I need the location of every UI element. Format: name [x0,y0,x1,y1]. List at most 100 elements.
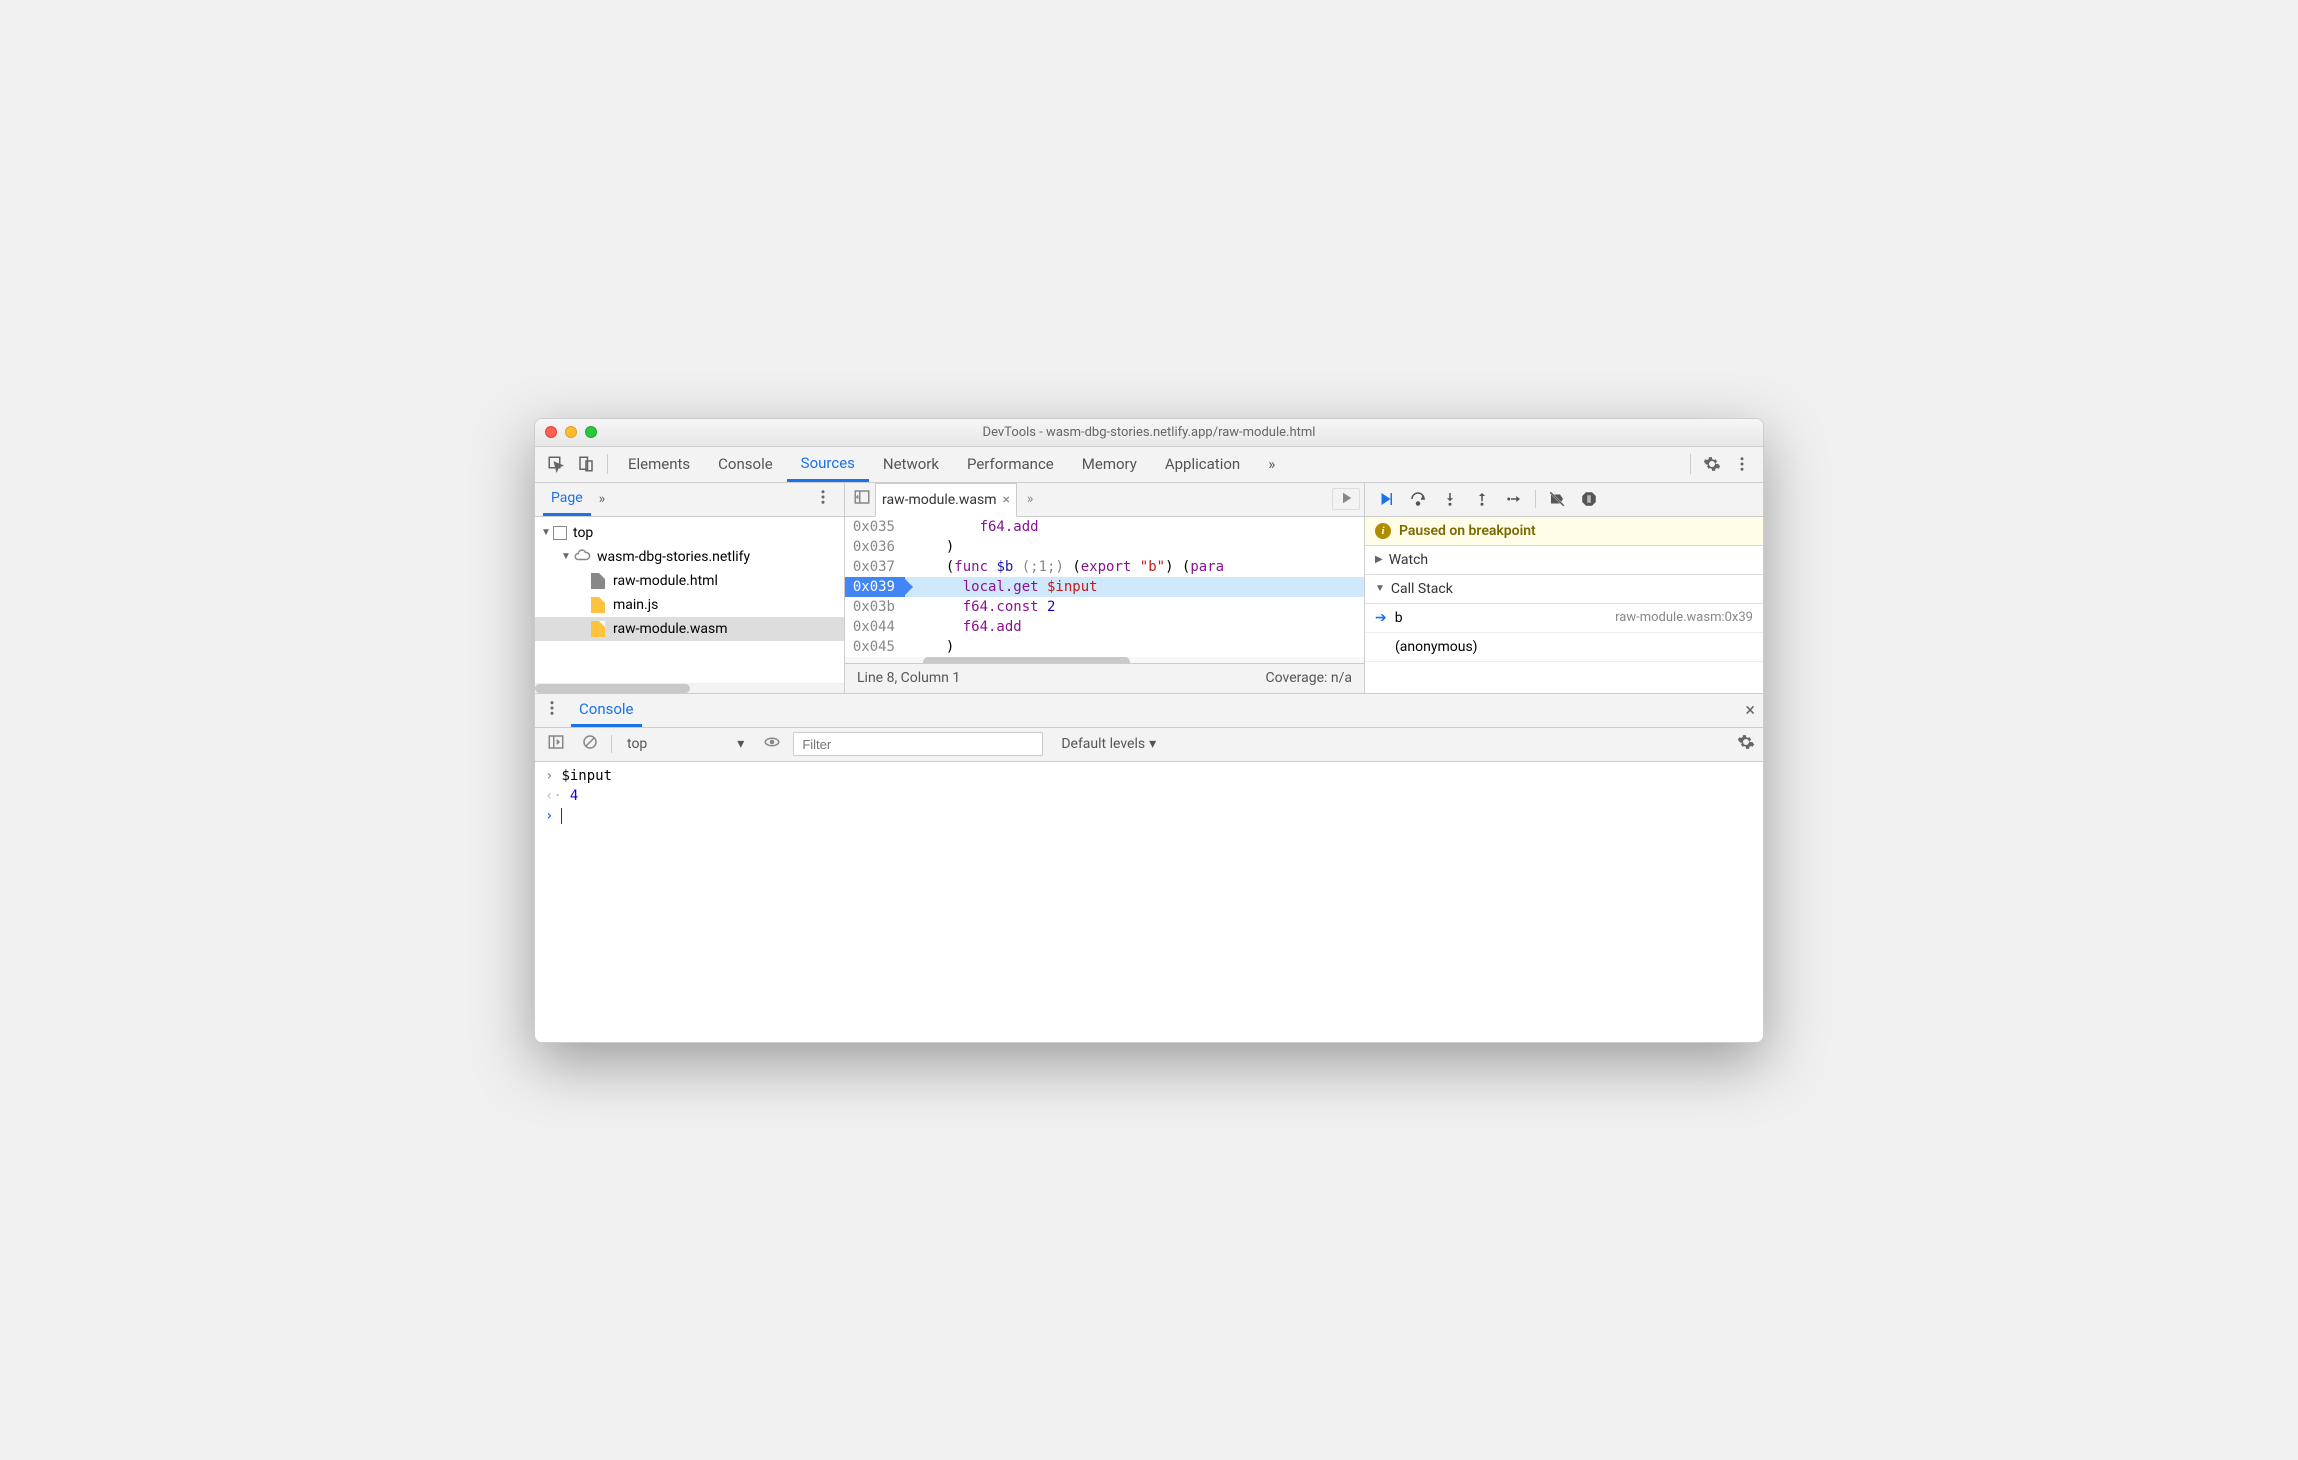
callstack-frame[interactable]: (anonymous) [1365,633,1763,662]
step-over-icon[interactable] [1403,486,1433,512]
callstack-section[interactable]: ▼ Call Stack [1365,575,1763,604]
tab-memory[interactable]: Memory [1068,446,1151,482]
watch-section[interactable]: ▶ Watch [1365,546,1763,575]
section-label: Call Stack [1391,581,1453,597]
debugger-toolbar [1365,483,1763,517]
tree-origin[interactable]: ▼ wasm-dbg-stories.netlify [535,545,844,569]
file-icon [591,621,605,637]
pause-on-exceptions-icon[interactable] [1574,486,1604,512]
tab-console[interactable]: Console [704,446,787,482]
tabs-overflow[interactable]: » [1254,446,1289,482]
tab-application[interactable]: Application [1151,446,1254,482]
navigator-tabs-overflow[interactable]: » [591,491,614,507]
clear-console-icon[interactable] [577,733,603,755]
tree-label: top [573,525,593,541]
callstack-frame[interactable]: ➔ b raw-module.wasm:0x39 [1365,604,1763,633]
code-line: ) [905,537,1364,557]
tree-label: main.js [613,597,658,613]
prompt-chevron-icon: › [545,808,553,824]
chevron-down-icon: ▾ [737,736,744,752]
editor-tab[interactable]: raw-module.wasm × [875,483,1017,517]
tree-label: wasm-dbg-stories.netlify [597,549,750,565]
inspect-element-icon[interactable] [541,449,571,479]
editor-tabs-overflow[interactable]: » [1017,491,1043,507]
navigator-hscrollbar[interactable] [535,683,844,693]
console-drawer: Console × top ▾ Default levels ▾ [535,693,1763,1042]
console-toolbar: top ▾ Default levels ▾ [535,728,1763,762]
gutter[interactable]: 0x035 [845,517,905,537]
console-settings-icon[interactable] [1737,733,1755,755]
close-tab-icon[interactable]: × [1003,492,1010,508]
text-cursor [561,808,562,824]
chevron-down-icon: ▼ [1375,583,1385,594]
frame-name: (anonymous) [1395,639,1478,655]
gutter[interactable]: 0x036 [845,537,905,557]
drawer-kebab-icon[interactable] [543,699,561,721]
titlebar: DevTools - wasm-dbg-stories.netlify.app/… [535,419,1763,447]
context-selector[interactable]: top ▾ [620,735,751,753]
console-body[interactable]: › $input ‹· 4 › [535,762,1763,1042]
navigator-tab-page[interactable]: Page [543,482,591,516]
gutter[interactable]: 0x044 [845,617,905,637]
editor-footer: Line 8, Column 1 Coverage: n/a [845,663,1364,693]
cursor-position: Line 8, Column 1 [857,670,960,686]
settings-icon[interactable] [1697,449,1727,479]
gutter[interactable]: 0x037 [845,557,905,577]
code-line: f64.add [905,517,1364,537]
chevron-down-icon: ▾ [1149,736,1156,752]
drawer-tab-console[interactable]: Console [571,693,642,727]
gutter-breakpoint[interactable]: 0x039 [845,577,905,597]
code-editor[interactable]: 0x035 f64.add 0x036 ) 0x037 (func $b (;1… [845,517,1364,663]
chevron-down-icon: ▼ [541,527,553,538]
resume-icon[interactable] [1371,486,1401,512]
frame-location: raw-module.wasm:0x39 [1615,610,1753,625]
console-result: 4 [570,788,578,804]
drawer-head: Console × [535,694,1763,728]
navigator-more-icon[interactable] [810,488,836,510]
live-expression-icon[interactable] [759,733,785,755]
step-into-icon[interactable] [1435,486,1465,512]
toggle-sidebar-icon[interactable] [543,733,569,755]
window-title: DevTools - wasm-dbg-stories.netlify.app/… [535,425,1763,440]
console-prompt[interactable]: › [535,806,1763,826]
code-line: f64.add [905,617,1364,637]
editor-pane: raw-module.wasm × » 0x035 f64.add 0x036 … [845,483,1365,693]
frame-name: b [1395,610,1403,626]
step-out-icon[interactable] [1467,486,1497,512]
gutter[interactable]: 0x03b [845,597,905,617]
code-line: ) [905,637,1364,657]
code-line: local.get $input [905,577,1364,597]
toggle-navigator-icon[interactable] [849,488,875,510]
section-label: Watch [1389,552,1428,568]
divider [1690,454,1691,474]
tab-performance[interactable]: Performance [953,446,1068,482]
cloud-icon [573,546,591,568]
debugger-pane: i Paused on breakpoint ▶ Watch ▼ Call St… [1365,483,1763,693]
tree-file-html[interactable]: raw-module.html [535,569,844,593]
step-icon[interactable] [1499,486,1529,512]
info-icon: i [1375,523,1391,539]
tree-file-wasm[interactable]: raw-module.wasm [535,617,844,641]
deactivate-breakpoints-icon[interactable] [1542,486,1572,512]
chevron-right-icon: ▶ [1375,554,1383,565]
run-snippet-icon[interactable] [1332,488,1360,510]
tab-sources[interactable]: Sources [787,446,869,482]
editor-head: raw-module.wasm × » [845,483,1364,517]
tab-elements[interactable]: Elements [614,446,704,482]
devtools-window: DevTools - wasm-dbg-stories.netlify.app/… [534,418,1764,1043]
device-toolbar-icon[interactable] [571,449,601,479]
log-levels-selector[interactable]: Default levels ▾ [1061,736,1156,752]
output-chevron-icon: ‹· [545,788,562,804]
tree-top[interactable]: ▼ top [535,521,844,545]
gutter[interactable]: 0x045 [845,637,905,657]
filter-input[interactable] [793,732,1043,756]
tab-network[interactable]: Network [869,446,953,482]
file-icon [591,573,605,589]
file-tree: ▼ top ▼ wasm-dbg-stories.netlify raw-mod… [535,517,844,683]
kebab-menu-icon[interactable] [1727,449,1757,479]
navigator-head: Page » [535,483,844,517]
close-drawer-icon[interactable]: × [1745,700,1755,721]
paused-text: Paused on breakpoint [1399,523,1536,539]
coverage-status: Coverage: n/a [1266,670,1352,686]
tree-file-js[interactable]: main.js [535,593,844,617]
